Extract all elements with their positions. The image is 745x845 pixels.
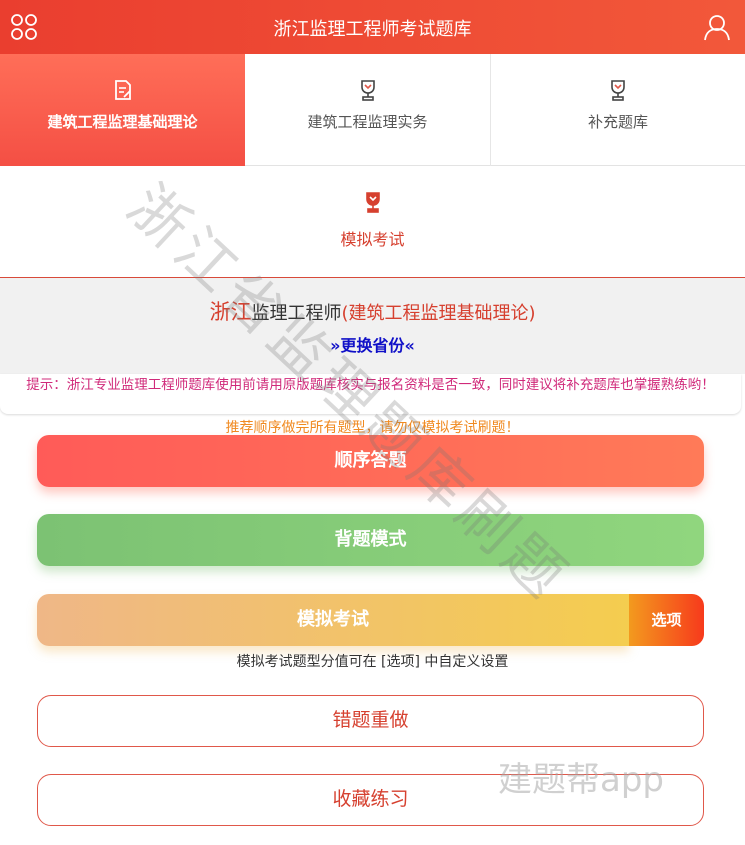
wrong-redo-button[interactable]: 错题重做	[37, 695, 704, 747]
tab-supplement[interactable]: 补充题库	[491, 54, 745, 166]
favorites-practice-button[interactable]: 收藏练习	[37, 774, 704, 826]
subject-tabs: 建筑工程监理基础理论 建筑工程监理实务 补充题库	[0, 54, 745, 166]
sequential-answer-button[interactable]: 顺序答题	[37, 435, 704, 487]
tip-text: 提示：浙江专业监理工程师题库使用前请用原版题库核实与报名资料是否一致，同时建议将…	[26, 377, 715, 393]
tab-label: 建筑工程监理实务	[307, 113, 428, 131]
recommend-text: 推荐顺序做完所有题型，请勿仅模拟考试刷题！	[225, 420, 520, 436]
tab-label: 补充题库	[587, 113, 648, 131]
tab-label: 建筑工程监理基础理论	[47, 113, 198, 131]
mock-exam-note: 模拟考试题型分值可在 [选项] 中自定义设置	[236, 654, 509, 670]
app-header: 浙江监理工程师考试题库	[0, 0, 745, 54]
user-icon[interactable]	[703, 13, 731, 41]
trophy-icon	[360, 80, 375, 101]
tab-practice[interactable]: 建筑工程监理实务	[245, 54, 491, 166]
memorize-mode-button[interactable]: 背题模式	[37, 514, 704, 566]
province-line: 浙江监理工程师(建筑工程监理基础理论)	[0, 296, 745, 326]
trophy-icon	[611, 80, 625, 101]
province-name: 浙江	[209, 300, 252, 324]
change-province-link[interactable]: »更换省份«	[0, 332, 745, 356]
tab-mock-exam[interactable]: 模拟考试	[0, 166, 745, 278]
document-edit-icon	[114, 80, 131, 100]
tab-label: 模拟考试	[340, 230, 405, 249]
trophy-icon	[365, 192, 380, 213]
tip-box: 提示：浙江专业监理工程师题库使用前请用原版题库核实与报名资料是否一致，同时建议将…	[0, 374, 741, 414]
subject-name: (建筑工程监理基础理论)	[341, 303, 536, 324]
role-name: 监理工程师	[251, 303, 342, 324]
mock-exam-button[interactable]: 模拟考试	[37, 594, 629, 646]
exam-options-button[interactable]: 选项	[629, 594, 704, 646]
province-info: 浙江监理工程师(建筑工程监理基础理论) »更换省份«	[0, 278, 745, 374]
page-title: 浙江监理工程师考试题库	[273, 19, 472, 40]
tab-basic-theory[interactable]: 建筑工程监理基础理论	[0, 54, 245, 166]
